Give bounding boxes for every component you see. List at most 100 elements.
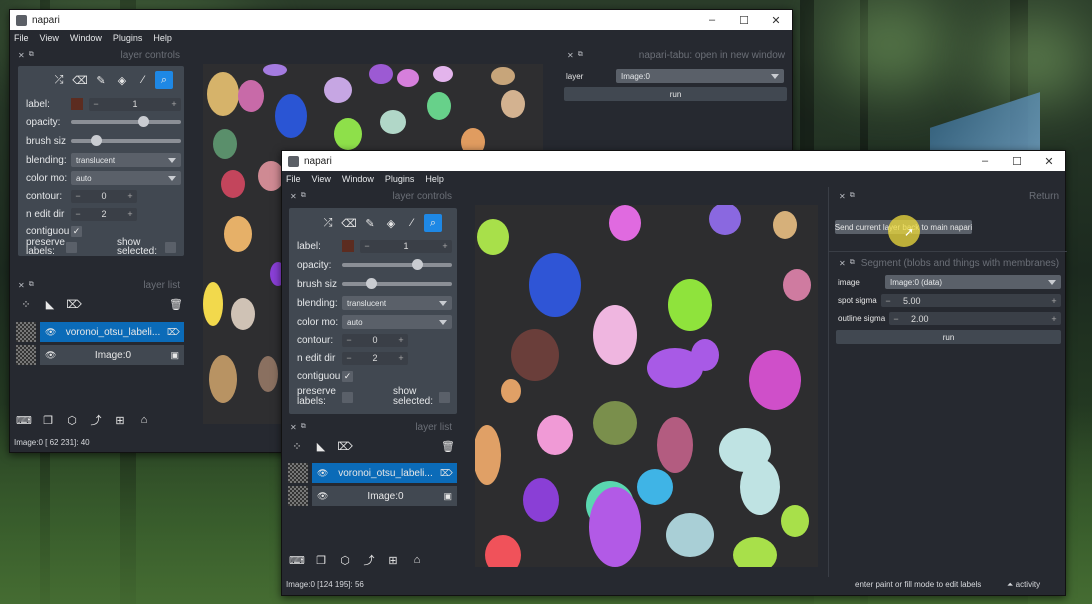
image-select[interactable]: Image:0 (data) xyxy=(885,275,1061,289)
layer-item[interactable]: 👁 voronoi_otsu_labeli... ⌦ xyxy=(288,463,457,483)
menu-view[interactable]: View xyxy=(40,33,59,43)
dock-float-icon[interactable]: ⧉ xyxy=(29,51,34,59)
preserve-labels-checkbox[interactable] xyxy=(342,391,353,403)
tabu-layer-select[interactable]: Image:0 xyxy=(616,69,784,83)
menu-plugins[interactable]: Plugins xyxy=(113,33,143,43)
dock-float-icon[interactable]: ⧉ xyxy=(850,192,855,200)
segment-run-button[interactable]: run xyxy=(836,330,1061,344)
console-icon[interactable]: ⌨ xyxy=(16,412,32,428)
eye-icon[interactable]: 👁 xyxy=(317,468,331,479)
eye-icon[interactable]: 👁 xyxy=(45,350,59,361)
opacity-slider[interactable] xyxy=(342,259,452,270)
brush-size-knob[interactable] xyxy=(91,135,102,146)
eraser-icon[interactable]: ⌫ xyxy=(71,71,89,89)
close-icon[interactable]: ✕ xyxy=(1033,155,1065,168)
paint-brush-icon[interactable]: ✎ xyxy=(92,71,110,89)
menu-window[interactable]: Window xyxy=(342,174,374,184)
brush-size-slider[interactable] xyxy=(342,278,452,289)
color-mode-select[interactable]: auto xyxy=(71,171,181,185)
contiguous-checkbox[interactable]: ✓ xyxy=(342,370,353,382)
minimize-icon[interactable]: – xyxy=(696,14,728,26)
color-picker-icon[interactable]: ⁄ xyxy=(403,214,421,232)
layer-item[interactable]: 👁 Image:0 ▣ xyxy=(16,345,184,365)
n-edit-dim-spinbox[interactable]: −2 + xyxy=(342,351,408,365)
color-picker-icon[interactable]: ⁄ xyxy=(134,71,152,89)
n-edit-dim-spinbox[interactable]: −2 + xyxy=(71,207,137,221)
menu-help[interactable]: Help xyxy=(153,33,172,43)
layer-item[interactable]: 👁 voronoi_otsu_labeli... ⌦ xyxy=(16,322,184,342)
transpose-icon[interactable]: ⤴ xyxy=(88,412,104,428)
ndisplay-icon[interactable]: ❐ xyxy=(313,552,329,568)
delete-layer-icon[interactable]: 🗑 xyxy=(440,438,456,454)
new-labels-icon[interactable]: ⌦ xyxy=(337,438,353,454)
shuffle-icon[interactable]: ⤮ xyxy=(50,71,68,89)
transpose-icon[interactable]: ⤴ xyxy=(361,552,377,568)
dock-close-icon[interactable]: ✕ xyxy=(290,423,297,432)
menu-view[interactable]: View xyxy=(312,174,331,184)
dock-float-icon[interactable]: ⧉ xyxy=(850,259,855,267)
front-titlebar[interactable]: napari – ☐ ✕ xyxy=(282,151,1065,171)
dock-close-icon[interactable]: ✕ xyxy=(18,51,25,60)
new-shapes-icon[interactable]: ◣ xyxy=(42,296,58,312)
dock-close-icon[interactable]: ✕ xyxy=(18,281,25,290)
menu-plugins[interactable]: Plugins xyxy=(385,174,415,184)
new-shapes-icon[interactable]: ◣ xyxy=(313,438,329,454)
new-points-icon[interactable]: ⁘ xyxy=(289,438,305,454)
opacity-slider-knob[interactable] xyxy=(138,116,149,127)
label-spinbox[interactable]: −1 + xyxy=(89,97,181,111)
maximize-icon[interactable]: ☐ xyxy=(728,14,760,27)
fill-bucket-icon[interactable]: ◈ xyxy=(382,214,400,232)
menu-file[interactable]: File xyxy=(14,33,29,43)
label-spinbox[interactable]: −1 + xyxy=(360,239,452,253)
blending-select[interactable]: translucent xyxy=(342,296,452,310)
dock-close-icon[interactable]: ✕ xyxy=(567,51,574,60)
home-icon[interactable]: ⌂ xyxy=(136,412,152,428)
dock-close-icon[interactable]: ✕ xyxy=(290,192,297,201)
menu-help[interactable]: Help xyxy=(425,174,444,184)
back-titlebar[interactable]: napari – ☐ ✕ xyxy=(10,10,792,30)
new-labels-icon[interactable]: ⌦ xyxy=(66,296,82,312)
outline-sigma-spinbox[interactable]: −2.00 + xyxy=(889,312,1061,325)
eye-icon[interactable]: 👁 xyxy=(317,491,331,502)
paint-brush-icon[interactable]: ✎ xyxy=(361,214,379,232)
dock-close-icon[interactable]: ✕ xyxy=(839,259,846,268)
shuffle-icon[interactable]: ⤮ xyxy=(319,214,337,232)
ndisplay-icon[interactable]: ❐ xyxy=(40,412,56,428)
menu-window[interactable]: Window xyxy=(70,33,102,43)
opacity-slider[interactable] xyxy=(71,116,181,127)
close-icon[interactable]: ✕ xyxy=(760,14,792,27)
new-points-icon[interactable]: ⁘ xyxy=(18,296,34,312)
spot-sigma-spinbox[interactable]: −5.00 + xyxy=(881,294,1061,307)
grid-icon[interactable]: ⊞ xyxy=(112,412,128,428)
dock-float-icon[interactable]: ⧉ xyxy=(29,281,34,289)
activity-button[interactable]: ⏶ activity xyxy=(1007,580,1040,590)
roll-dims-icon[interactable]: ⬡ xyxy=(64,412,80,428)
dock-float-icon[interactable]: ⧉ xyxy=(301,192,306,200)
contiguous-checkbox[interactable]: ✓ xyxy=(71,225,82,237)
menu-file[interactable]: File xyxy=(286,174,301,184)
dock-float-icon[interactable]: ⧉ xyxy=(578,51,583,59)
console-icon[interactable]: ⌨ xyxy=(289,552,305,568)
brush-size-slider[interactable] xyxy=(71,135,181,146)
brush-size-knob[interactable] xyxy=(366,278,377,289)
dock-close-icon[interactable]: ✕ xyxy=(839,192,846,201)
contour-spinbox[interactable]: −0 + xyxy=(71,189,137,203)
home-icon[interactable]: ⌂ xyxy=(409,552,425,568)
front-image-canvas[interactable] xyxy=(475,205,818,567)
delete-layer-icon[interactable]: 🗑 xyxy=(168,296,184,312)
show-selected-checkbox[interactable] xyxy=(165,241,176,253)
blending-select[interactable]: translucent xyxy=(71,153,181,167)
color-mode-select[interactable]: auto xyxy=(342,315,452,329)
eye-icon[interactable]: 👁 xyxy=(45,327,59,338)
dock-float-icon[interactable]: ⧉ xyxy=(301,423,306,431)
contour-spinbox[interactable]: −0 + xyxy=(342,333,408,347)
minimize-icon[interactable]: – xyxy=(969,155,1001,167)
zoom-pan-icon[interactable]: ⌕ xyxy=(155,71,173,89)
preserve-labels-checkbox[interactable] xyxy=(66,241,77,253)
tabu-run-button[interactable]: run xyxy=(564,87,787,101)
show-selected-checkbox[interactable] xyxy=(439,391,450,403)
fill-bucket-icon[interactable]: ◈ xyxy=(113,71,131,89)
opacity-slider-knob[interactable] xyxy=(412,259,423,270)
eraser-icon[interactable]: ⌫ xyxy=(340,214,358,232)
roll-dims-icon[interactable]: ⬡ xyxy=(337,552,353,568)
